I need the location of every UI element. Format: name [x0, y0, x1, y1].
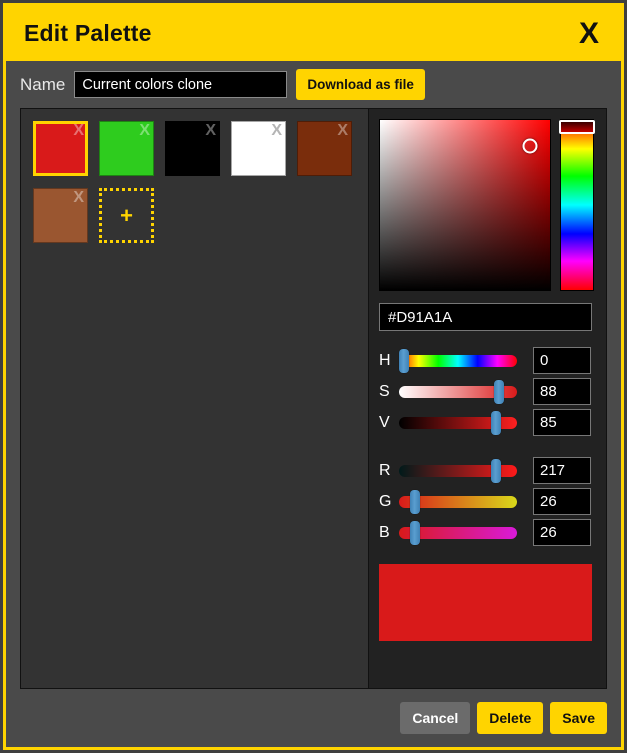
- save-button[interactable]: Save: [550, 702, 607, 734]
- slider-r[interactable]: [399, 455, 517, 486]
- slider-label-s: S: [379, 382, 390, 400]
- slider-row-b: B: [379, 517, 594, 548]
- value-input-h[interactable]: [533, 347, 591, 374]
- dialog-footer: Cancel Delete Save: [6, 689, 621, 747]
- hex-color-input[interactable]: [379, 303, 592, 331]
- sv-hue-row: [379, 119, 595, 291]
- value-input-b[interactable]: [533, 519, 591, 546]
- color-picker-panel: HSV RGB: [369, 109, 606, 688]
- page-title: Edit Palette: [24, 20, 152, 46]
- rgb-sliders: RGB: [379, 455, 594, 548]
- color-swatch[interactable]: X: [165, 121, 220, 176]
- cancel-button[interactable]: Cancel: [400, 702, 471, 734]
- color-swatch[interactable]: X: [33, 121, 88, 176]
- hue-strip[interactable]: [559, 119, 595, 291]
- slider-thumb[interactable]: [398, 349, 409, 373]
- dialog-body: X X X X X X + HSV RGB: [20, 108, 607, 689]
- slider-label-r: R: [379, 461, 391, 479]
- close-icon[interactable]: X: [573, 18, 605, 49]
- slider-b[interactable]: [399, 517, 517, 548]
- slider-thumb[interactable]: [494, 380, 505, 404]
- add-swatch-button[interactable]: +: [99, 188, 154, 243]
- download-as-file-button[interactable]: Download as file: [296, 69, 425, 100]
- slider-thumb[interactable]: [490, 459, 501, 483]
- color-swatch[interactable]: X: [33, 188, 88, 243]
- delete-button[interactable]: Delete: [477, 702, 544, 734]
- remove-swatch-icon[interactable]: X: [271, 122, 282, 140]
- saturation-value-square[interactable]: [379, 119, 551, 291]
- slider-row-s: S: [379, 376, 594, 407]
- slider-label-v: V: [379, 413, 390, 431]
- edit-palette-dialog: Edit Palette X Name Download as file XXX…: [3, 3, 624, 750]
- remove-swatch-icon[interactable]: X: [73, 122, 84, 140]
- color-preview: [379, 564, 592, 641]
- slider-v[interactable]: [399, 407, 517, 438]
- value-input-r[interactable]: [533, 457, 591, 484]
- slider-row-g: G: [379, 486, 594, 517]
- slider-thumb[interactable]: [490, 411, 501, 435]
- slider-thumb[interactable]: [409, 521, 420, 545]
- slider-g[interactable]: [399, 486, 517, 517]
- value-input-s[interactable]: [533, 378, 591, 405]
- color-swatch[interactable]: X: [231, 121, 286, 176]
- slider-thumb[interactable]: [409, 490, 420, 514]
- value-input-g[interactable]: [533, 488, 591, 515]
- value-input-v[interactable]: [533, 409, 591, 436]
- slider-s[interactable]: [399, 376, 517, 407]
- hsv-sliders: HSV: [379, 345, 594, 438]
- remove-swatch-icon[interactable]: X: [205, 122, 216, 140]
- hue-cursor-icon[interactable]: [559, 120, 595, 134]
- remove-swatch-icon[interactable]: X: [73, 189, 84, 207]
- slider-track: [399, 354, 517, 367]
- slider-label-b: B: [379, 523, 390, 541]
- remove-swatch-icon[interactable]: X: [337, 122, 348, 140]
- slider-row-r: R: [379, 455, 594, 486]
- palette-name-input[interactable]: [74, 71, 288, 98]
- name-row: Name Download as file: [6, 61, 621, 108]
- sv-cursor-icon[interactable]: [522, 138, 538, 153]
- slider-row-v: V: [379, 407, 594, 438]
- color-swatch[interactable]: X: [99, 121, 154, 176]
- swatch-grid: X X X X X X +: [21, 109, 369, 688]
- remove-swatch-icon[interactable]: X: [139, 122, 150, 140]
- dialog-titlebar: Edit Palette X: [6, 6, 621, 61]
- slider-label-h: H: [379, 351, 391, 369]
- color-swatch[interactable]: X: [297, 121, 352, 176]
- slider-label-g: G: [379, 492, 392, 510]
- name-label: Name: [20, 74, 66, 94]
- slider-row-h: H: [379, 345, 594, 376]
- slider-h[interactable]: [398, 345, 517, 376]
